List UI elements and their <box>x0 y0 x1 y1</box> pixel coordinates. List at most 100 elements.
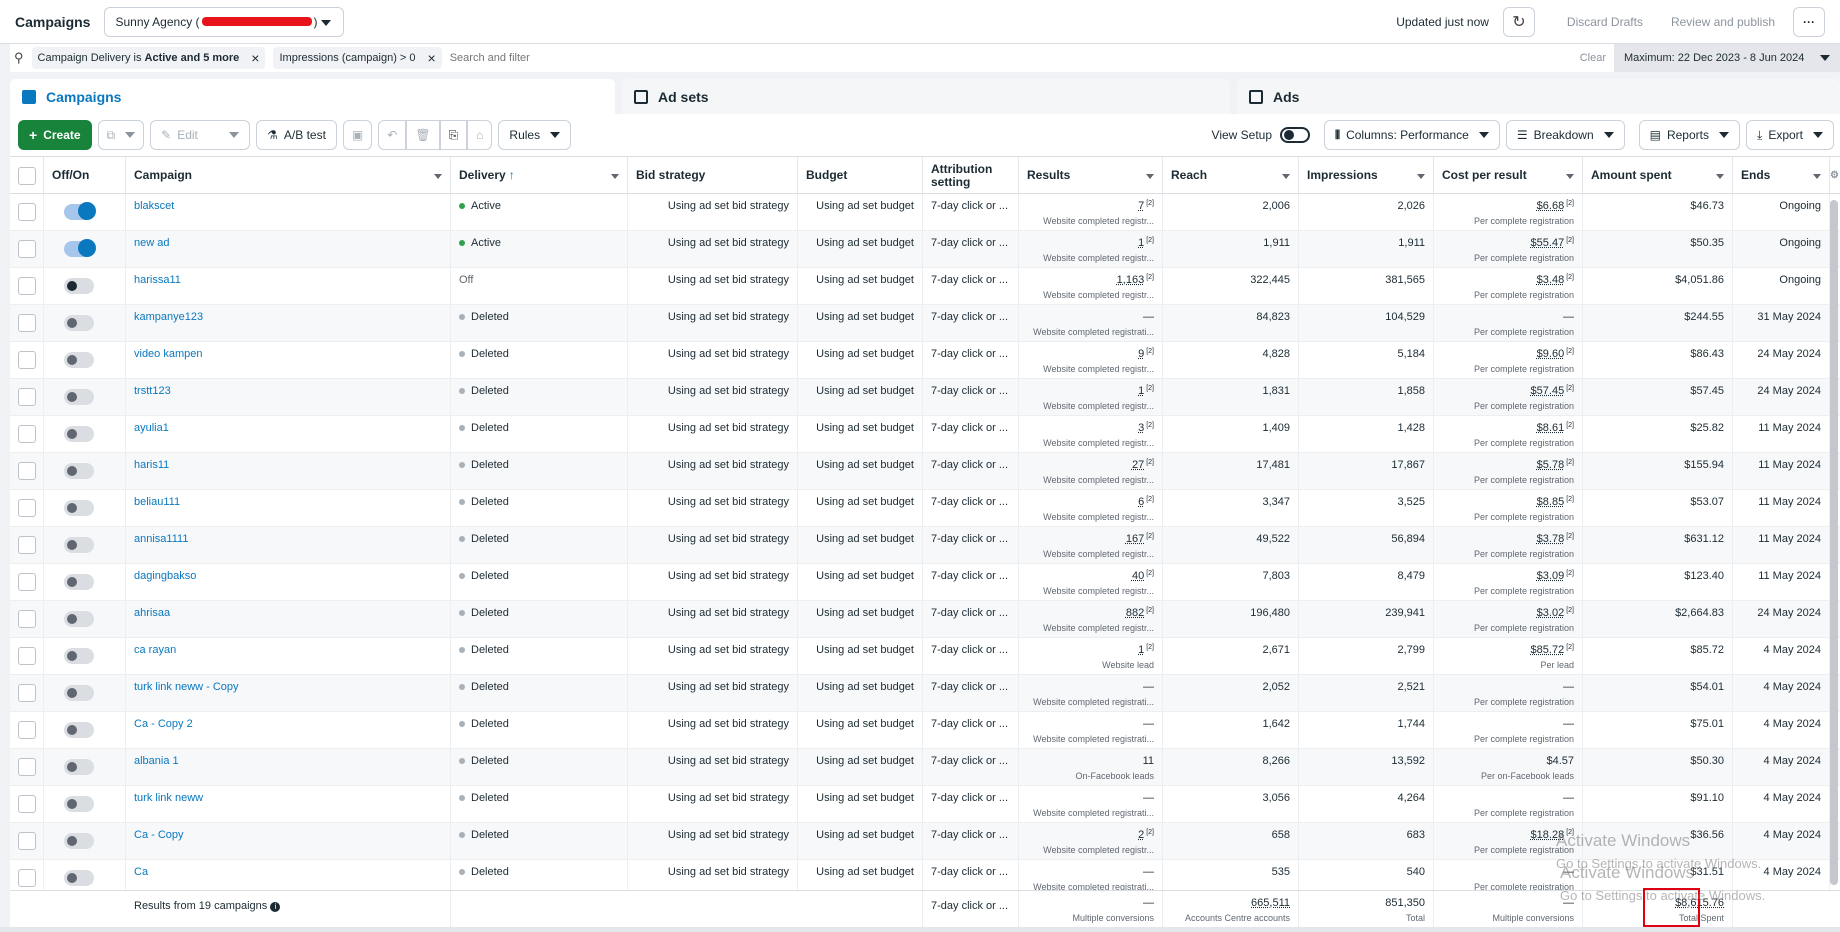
campaign-name-link[interactable]: kampanye123 <box>134 311 203 323</box>
row-checkbox[interactable] <box>18 684 36 702</box>
header-attribution[interactable]: Attribution setting <box>923 157 1019 194</box>
date-range-picker[interactable]: Maximum: 22 Dec 2023 - 8 Jun 2024 <box>1614 44 1840 72</box>
campaign-name-link[interactable]: Ca - Copy <box>134 829 184 841</box>
campaign-toggle[interactable] <box>64 389 94 405</box>
campaign-name-link[interactable]: Ca <box>134 866 148 878</box>
columns-button[interactable]: ⫴ Columns: Performance <box>1324 120 1500 150</box>
clear-filters-button[interactable]: Clear <box>1580 52 1606 64</box>
campaign-toggle[interactable] <box>64 278 94 294</box>
tag-button[interactable]: ⌂ <box>467 120 493 150</box>
header-campaign[interactable]: Campaign <box>126 157 451 194</box>
select-all-checkbox[interactable] <box>18 166 36 185</box>
row-checkbox[interactable] <box>18 388 36 406</box>
campaign-toggle[interactable] <box>64 870 94 886</box>
campaign-name-link[interactable]: dagingbakso <box>134 570 196 582</box>
campaign-name-link[interactable]: annisa1111 <box>134 533 188 545</box>
campaign-toggle[interactable] <box>64 685 94 701</box>
campaign-name-link[interactable]: beliau111 <box>134 496 180 508</box>
column-settings-icon[interactable]: ⚙ <box>1830 157 1840 194</box>
create-button[interactable]: + Create <box>18 120 92 150</box>
header-cost-per-result[interactable]: Cost per result <box>1434 157 1583 194</box>
row-checkbox[interactable] <box>18 832 36 850</box>
ab-test-button[interactable]: ⚗ A/B test <box>256 120 337 150</box>
close-icon[interactable]: × <box>251 50 259 66</box>
refresh-button[interactable]: ↻ <box>1502 6 1535 37</box>
row-checkbox[interactable] <box>18 314 36 332</box>
row-checkbox[interactable] <box>18 610 36 628</box>
campaign-name-link[interactable]: ahrisaa <box>134 607 170 619</box>
filter-chip-impressions[interactable]: Impressions (campaign) > 0 × <box>273 47 442 69</box>
row-checkbox[interactable] <box>18 647 36 665</box>
search-input[interactable] <box>449 52 1580 64</box>
campaign-toggle[interactable] <box>64 537 94 553</box>
campaign-name-link[interactable]: new ad <box>134 237 169 249</box>
row-checkbox[interactable] <box>18 499 36 517</box>
row-checkbox[interactable] <box>18 869 36 887</box>
breakdown-button[interactable]: ☰ Breakdown <box>1505 120 1625 150</box>
header-reach[interactable]: Reach <box>1163 157 1299 194</box>
campaign-name-link[interactable]: video kampen <box>134 348 203 360</box>
more-options-button[interactable]: ··· <box>1793 6 1825 37</box>
export-button[interactable]: ⤓ Export <box>1746 120 1834 150</box>
header-impressions[interactable]: Impressions <box>1299 157 1434 194</box>
header-ends[interactable]: Ends <box>1733 157 1830 194</box>
header-bid-strategy[interactable]: Bid strategy <box>628 157 798 194</box>
campaign-toggle[interactable] <box>64 500 94 516</box>
header-offon[interactable]: Off/On <box>44 157 126 194</box>
campaign-toggle[interactable] <box>64 648 94 664</box>
header-results[interactable]: Results <box>1019 157 1163 194</box>
campaign-name-link[interactable]: Ca - Copy 2 <box>134 718 193 730</box>
info-icon[interactable]: i <box>270 902 281 912</box>
delete-button[interactable]: 🗑 <box>406 120 440 150</box>
rules-button[interactable]: Rules <box>498 120 572 150</box>
campaign-toggle[interactable] <box>64 426 94 442</box>
campaign-toggle[interactable] <box>64 833 94 849</box>
archive-button[interactable]: ▣ <box>342 120 373 150</box>
reports-button[interactable]: ▤ Reports <box>1638 120 1740 150</box>
campaign-name-link[interactable]: ayulia1 <box>134 422 169 434</box>
undo-button[interactable]: ↶ <box>378 120 407 150</box>
campaign-toggle[interactable] <box>64 202 96 220</box>
row-checkbox[interactable] <box>18 462 36 480</box>
campaign-name-link[interactable]: harissa11 <box>134 274 181 286</box>
header-budget[interactable]: Budget <box>798 157 923 194</box>
header-amount-spent[interactable]: Amount spent <box>1583 157 1733 194</box>
row-checkbox[interactable] <box>18 425 36 443</box>
campaign-toggle[interactable] <box>64 722 94 738</box>
campaign-name-link[interactable]: trstt123 <box>134 385 171 397</box>
campaign-name-link[interactable]: turk link neww <box>134 792 203 804</box>
preview-button[interactable]: ⎘ <box>439 120 468 150</box>
campaign-name-link[interactable]: albania 1 <box>134 755 179 767</box>
tab-ad-sets[interactable]: Ad sets <box>622 79 1230 114</box>
duplicate-button[interactable]: ⧉ <box>97 120 145 150</box>
campaign-toggle[interactable] <box>64 352 94 368</box>
campaign-toggle[interactable] <box>64 611 94 627</box>
campaign-toggle[interactable] <box>64 239 96 257</box>
account-selector[interactable]: Sunny Agency ( ) <box>104 6 345 37</box>
view-setup-toggle[interactable] <box>1280 127 1311 143</box>
discard-drafts-button[interactable]: Discard Drafts <box>1553 15 1657 29</box>
row-checkbox[interactable] <box>18 758 36 776</box>
campaign-name-link[interactable]: ca rayan <box>134 644 176 656</box>
vertical-scrollbar[interactable] <box>1830 200 1838 885</box>
campaign-toggle[interactable] <box>64 574 94 590</box>
close-icon[interactable]: × <box>428 50 436 66</box>
campaign-name-link[interactable]: blakscet <box>134 200 174 212</box>
edit-button[interactable]: ✎ Edit <box>150 120 251 150</box>
review-publish-button[interactable]: Review and publish <box>1657 15 1789 29</box>
campaign-toggle[interactable] <box>64 315 94 331</box>
campaign-toggle[interactable] <box>64 463 94 479</box>
row-checkbox[interactable] <box>18 573 36 591</box>
campaign-name-link[interactable]: haris11 <box>134 459 169 471</box>
header-delivery[interactable]: Delivery ↑ <box>451 157 628 194</box>
row-checkbox[interactable] <box>18 536 36 554</box>
row-checkbox[interactable] <box>18 240 36 258</box>
campaign-name-link[interactable]: turk link neww - Copy <box>134 681 239 693</box>
row-checkbox[interactable] <box>18 203 36 221</box>
row-checkbox[interactable] <box>18 721 36 739</box>
campaign-toggle[interactable] <box>64 759 94 775</box>
filter-chip-delivery[interactable]: Campaign Delivery is Active and 5 more × <box>31 47 266 69</box>
campaign-toggle[interactable] <box>64 796 94 812</box>
row-checkbox[interactable] <box>18 351 36 369</box>
tab-ads[interactable]: Ads <box>1237 79 1840 114</box>
